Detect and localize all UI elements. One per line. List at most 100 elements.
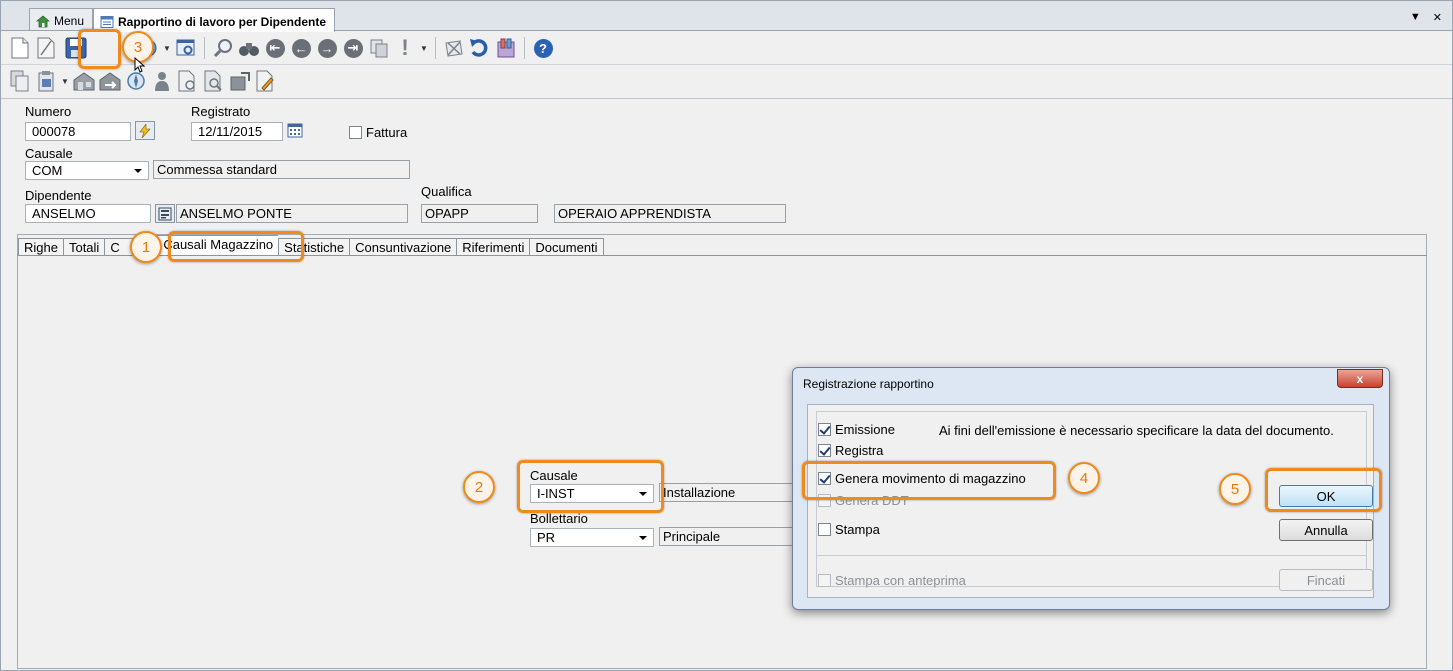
first-icon: ⇤ xyxy=(265,38,285,58)
undo-button[interactable] xyxy=(469,36,491,60)
search-icon xyxy=(213,39,232,58)
binoculars-icon xyxy=(239,43,259,56)
settings-button[interactable] xyxy=(175,36,197,60)
alert-options-dropdown[interactable]: ▼ xyxy=(420,44,428,53)
doc-tab-label: Rapportino di lavoro per Dipendente xyxy=(118,14,327,29)
tab-totali[interactable]: Totali xyxy=(62,238,105,256)
qualifica-label: Qualifica xyxy=(421,184,472,199)
stampa-anteprima-checkbox xyxy=(818,574,831,587)
duplicate-icon xyxy=(10,70,29,92)
tab-documenti[interactable]: Documenti xyxy=(529,238,604,256)
toolbar-separator xyxy=(435,37,436,59)
new-document-button[interactable] xyxy=(9,36,31,60)
help-icon: ? xyxy=(533,38,553,58)
highlight-causale-field xyxy=(517,460,664,513)
calendar-icon xyxy=(287,123,303,138)
bollettario-select[interactable]: PR xyxy=(530,528,654,547)
step-badge-5: 5 xyxy=(1219,473,1251,505)
web-options-dropdown[interactable]: ▼ xyxy=(163,44,171,53)
numero-input[interactable]: 000078 xyxy=(25,122,131,141)
doc-tab-rapportino[interactable]: Rapportino di lavoro per Dipendente xyxy=(93,8,336,32)
registrato-date-input[interactable]: 12/11/2015 xyxy=(191,122,283,141)
emissione-checkbox-row[interactable]: Emissione xyxy=(818,422,895,437)
chevron-down-icon xyxy=(134,169,142,173)
window-gear-icon xyxy=(176,39,195,56)
attachment-options-dropdown[interactable]: ▼ xyxy=(61,77,69,86)
edit-document-button[interactable] xyxy=(35,36,57,60)
numero-generate-button[interactable] xyxy=(135,121,155,140)
annulla-button[interactable]: Annulla xyxy=(1279,519,1373,541)
duplicate-button[interactable] xyxy=(9,69,31,93)
last-icon: ⇥ xyxy=(343,38,363,58)
tools-button[interactable] xyxy=(495,36,517,60)
home-icon xyxy=(36,14,50,27)
numero-label: Numero xyxy=(25,104,72,119)
highlight-causali-tab xyxy=(168,231,304,262)
person-icon xyxy=(155,72,169,91)
tab-list-dropdown-icon[interactable]: ▼ xyxy=(1410,11,1421,24)
binoculars-button[interactable] xyxy=(238,36,260,60)
step-badge-2: 2 xyxy=(463,471,495,503)
doc-tab-label: Menu xyxy=(54,13,85,28)
close-icon[interactable]: ✕ xyxy=(1433,11,1442,24)
next-record-button[interactable]: → xyxy=(316,36,338,60)
search-button[interactable] xyxy=(212,36,234,60)
copy-icon xyxy=(370,39,388,58)
document-view-button[interactable] xyxy=(177,69,199,93)
tools-icon xyxy=(497,38,515,58)
edit-report-button[interactable] xyxy=(255,69,277,93)
last-record-button[interactable]: ⇥ xyxy=(342,36,364,60)
tab-riferimenti[interactable]: Riferimenti xyxy=(456,238,530,256)
dialog-close-button[interactable]: x xyxy=(1337,369,1383,388)
toolbar-divider xyxy=(1,98,1452,99)
mouse-cursor-icon xyxy=(134,57,146,73)
dipendente-input[interactable]: ANSELMO xyxy=(25,204,151,223)
stampa-checkbox[interactable] xyxy=(818,523,831,536)
registra-checkbox-row[interactable]: Registra xyxy=(818,443,883,458)
compass-icon xyxy=(127,72,145,90)
dialog-message: Ai fini dell'emissione è necessario spec… xyxy=(939,423,1334,438)
stampa-anteprima-label: Stampa con anteprima xyxy=(835,573,966,588)
highlight-save-button xyxy=(78,29,121,69)
warehouse-icon xyxy=(73,72,95,91)
export-button[interactable] xyxy=(229,69,251,93)
doc-tab-menu[interactable]: Menu xyxy=(29,8,94,30)
calendar-button[interactable] xyxy=(287,122,303,138)
edit-document-icon xyxy=(37,37,55,59)
magazzino-causale-description: Installazione xyxy=(659,483,794,502)
document-print-button[interactable] xyxy=(203,69,225,93)
tab-righe[interactable]: Righe xyxy=(18,238,63,256)
stampa-label: Stampa xyxy=(835,522,880,537)
fattura-checkbox-row[interactable]: Fattura xyxy=(349,125,407,140)
lightning-icon xyxy=(139,123,151,138)
step-badge-1: 1 xyxy=(130,231,162,263)
previous-record-button[interactable]: ← xyxy=(290,36,312,60)
bollettario-label: Bollettario xyxy=(530,511,588,526)
alert-button[interactable]: ! xyxy=(394,35,416,60)
clipboard-icon xyxy=(38,71,54,92)
window-controls: ▼ ✕ xyxy=(1410,11,1442,24)
new-document-icon xyxy=(11,37,29,59)
causale-label: Causale xyxy=(25,146,73,161)
warehouse-move-icon xyxy=(99,72,121,91)
stampa-checkbox-row[interactable]: Stampa xyxy=(818,522,880,537)
tab-consuntivazione[interactable]: Consuntivazione xyxy=(349,238,457,256)
warehouse-button[interactable] xyxy=(73,69,95,93)
copy-record-button[interactable] xyxy=(368,36,390,60)
causale-select[interactable]: COM xyxy=(25,161,149,180)
emissione-checkbox[interactable] xyxy=(818,423,831,436)
attachment-button[interactable] xyxy=(35,69,57,93)
first-record-button[interactable]: ⇤ xyxy=(264,36,286,60)
highlight-ok-button xyxy=(1265,468,1382,512)
user-button[interactable] xyxy=(151,69,173,93)
form-icon xyxy=(100,15,114,28)
warehouse-move-button[interactable] xyxy=(99,69,121,93)
registra-checkbox[interactable] xyxy=(818,444,831,457)
dipendente-lookup-button[interactable] xyxy=(155,204,175,223)
help-button[interactable]: ? xyxy=(532,36,554,60)
tab-strip: Righe Totali C li Causali Magazzino Stat… xyxy=(18,235,604,256)
document-edit-icon xyxy=(256,70,274,92)
fattura-checkbox[interactable] xyxy=(349,126,362,139)
delete-button[interactable] xyxy=(443,36,465,60)
document-tab-bar: Menu Rapportino di lavoro per Dipendente… xyxy=(1,1,1452,32)
